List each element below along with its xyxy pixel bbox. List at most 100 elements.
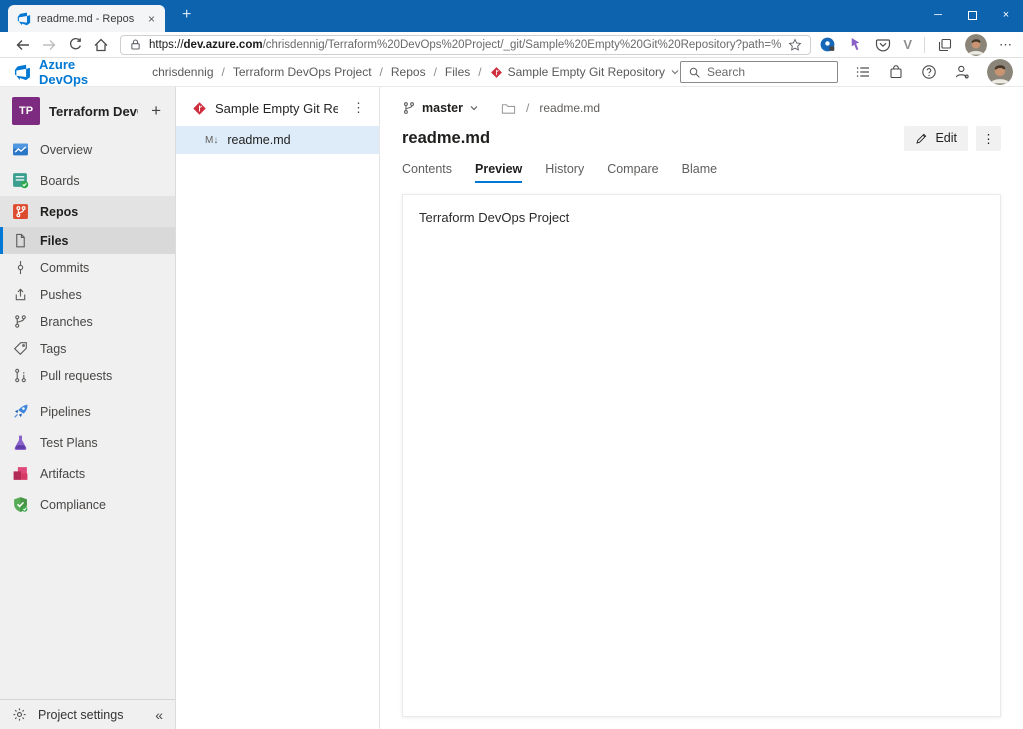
- sidebar: TP Terraform DevOps Proj... + Overview B…: [0, 87, 176, 729]
- breadcrumb: chrisdennig / Terraform DevOps Project /…: [152, 65, 680, 79]
- extension-area: V ⋯: [819, 33, 1015, 56]
- address-bar[interactable]: https://dev.azure.com/chrisdennig/Terraf…: [120, 34, 812, 55]
- add-project-icon[interactable]: +: [147, 101, 165, 121]
- user-avatar[interactable]: [987, 59, 1013, 85]
- back-button[interactable]: [10, 34, 36, 56]
- minimize-button[interactable]: ─: [921, 0, 955, 30]
- edit-button[interactable]: Edit: [904, 125, 968, 151]
- cursor-extension-icon[interactable]: [848, 37, 863, 52]
- tab-close-icon[interactable]: ×: [145, 12, 158, 26]
- sidebar-item-pipelines[interactable]: Pipelines: [0, 396, 175, 427]
- breadcrumb-separator: /: [433, 65, 437, 79]
- browser-tab[interactable]: readme.md - Repos ×: [8, 5, 165, 32]
- sidebar-item-label: Compliance: [40, 497, 107, 512]
- sidebar-item-label: Tags: [40, 341, 67, 356]
- breadcrumb-repos[interactable]: Repos: [391, 65, 426, 79]
- password-extension-icon[interactable]: [819, 36, 836, 53]
- sidebar-item-boards[interactable]: Boards: [0, 165, 175, 196]
- readme-content-text: Terraform DevOps Project: [419, 210, 570, 225]
- sidebar-item-label: Boards: [40, 173, 80, 188]
- sidebar-item-repos[interactable]: Repos: [0, 196, 175, 227]
- breadcrumb-files[interactable]: Files: [445, 65, 470, 79]
- branch-name: master: [422, 101, 463, 115]
- file-tree-panel: Sample Empty Git Reposit... ⋮ M↓ readme.…: [176, 87, 380, 729]
- new-tab-button[interactable]: +: [176, 5, 197, 25]
- folder-icon[interactable]: [501, 101, 516, 116]
- repo-name[interactable]: Sample Empty Git Reposit...: [215, 101, 338, 116]
- close-button[interactable]: ×: [989, 0, 1023, 30]
- tab-compare[interactable]: Compare: [607, 162, 658, 183]
- tag-icon: [12, 341, 29, 356]
- sidebar-item-pull-requests[interactable]: Pull requests: [0, 362, 175, 389]
- browser-window: readme.md - Repos × + ─ × https://dev.az…: [0, 0, 1023, 729]
- browser-titlebar: readme.md - Repos × + ─ ×: [0, 0, 1023, 32]
- artifacts-icon: [12, 465, 29, 482]
- breadcrumb-separator: /: [221, 65, 225, 79]
- sidebar-item-compliance[interactable]: Compliance: [0, 489, 175, 520]
- collections-icon[interactable]: [937, 37, 953, 53]
- breadcrumb-repo-picker[interactable]: Sample Empty Git Repository: [490, 65, 680, 79]
- tab-contents[interactable]: Contents: [402, 162, 452, 183]
- repos-icon: [12, 203, 29, 220]
- sidebar-item-overview[interactable]: Overview: [0, 134, 175, 165]
- sidebar-item-files[interactable]: Files: [0, 227, 175, 254]
- favorite-star-icon[interactable]: [788, 37, 802, 52]
- tab-history[interactable]: History: [545, 162, 584, 183]
- vimium-extension-icon[interactable]: V: [903, 37, 912, 52]
- forward-button[interactable]: [36, 34, 62, 56]
- compliance-icon: [12, 496, 29, 513]
- file-path: / readme.md: [501, 101, 600, 116]
- search-box[interactable]: [680, 61, 838, 83]
- project-settings[interactable]: Project settings «: [0, 699, 175, 729]
- sidebar-item-artifacts[interactable]: Artifacts: [0, 458, 175, 489]
- work-items-list-icon[interactable]: [855, 64, 871, 80]
- title-row: readme.md Edit ⋮: [402, 125, 1001, 151]
- marketplace-bag-icon[interactable]: [888, 64, 904, 80]
- collapse-sidebar-icon[interactable]: «: [155, 707, 163, 723]
- sidebar-item-commits[interactable]: Commits: [0, 254, 175, 281]
- home-button[interactable]: [88, 34, 114, 56]
- sidebar-item-tags[interactable]: Tags: [0, 335, 175, 362]
- sidebar-item-label: Test Plans: [40, 435, 98, 450]
- branch-icon: [402, 101, 416, 115]
- edit-button-label: Edit: [935, 131, 957, 145]
- tab-preview[interactable]: Preview: [475, 162, 523, 183]
- overview-icon: [12, 141, 29, 158]
- repo-more-icon[interactable]: ⋮: [346, 100, 371, 116]
- sidebar-item-label: Commits: [40, 260, 90, 275]
- markdown-file-icon: M↓: [205, 134, 219, 146]
- refresh-button[interactable]: [62, 34, 88, 56]
- tab-blame[interactable]: Blame: [682, 162, 717, 183]
- readme-preview-card: Terraform DevOps Project: [402, 194, 1001, 717]
- breadcrumb-project[interactable]: Terraform DevOps Project: [233, 65, 372, 79]
- breadcrumb-org[interactable]: chrisdennig: [152, 65, 213, 79]
- search-input[interactable]: [707, 65, 830, 79]
- commit-icon: [12, 260, 29, 275]
- file-icon: [12, 233, 29, 248]
- tree-item-readme[interactable]: M↓ readme.md: [176, 126, 379, 154]
- sidebar-item-pushes[interactable]: Pushes: [0, 281, 175, 308]
- sidebar-item-branches[interactable]: Branches: [0, 308, 175, 335]
- tree-item-label: readme.md: [227, 133, 291, 147]
- browser-menu-icon[interactable]: ⋯: [999, 37, 1013, 53]
- page-body: TP Terraform DevOps Proj... + Overview B…: [0, 87, 1023, 729]
- kebab-icon: ⋮: [982, 131, 995, 146]
- azure-devops-brand[interactable]: Azure DevOps: [14, 57, 90, 87]
- browser-profile-avatar[interactable]: [965, 33, 987, 56]
- azure-devops-logo-icon: [14, 64, 31, 81]
- file-path-bar: master / readme.md: [402, 97, 1001, 119]
- help-icon[interactable]: [921, 64, 937, 80]
- sidebar-item-label: Pull requests: [40, 368, 113, 383]
- file-more-button[interactable]: ⋮: [976, 125, 1001, 151]
- pocket-extension-icon[interactable]: [875, 37, 891, 53]
- project-switcher[interactable]: TP Terraform DevOps Proj... +: [0, 87, 175, 134]
- branch-icon: [12, 314, 29, 329]
- branch-selector[interactable]: master: [402, 101, 479, 115]
- file-actions: Edit ⋮: [904, 125, 1001, 151]
- push-icon: [12, 287, 29, 302]
- brand-name: Azure DevOps: [39, 57, 89, 87]
- sidebar-item-test-plans[interactable]: Test Plans: [0, 427, 175, 458]
- user-settings-icon[interactable]: [954, 64, 970, 80]
- devops-header: Azure DevOps chrisdennig / Terraform Dev…: [0, 57, 1023, 87]
- maximize-button[interactable]: [955, 0, 989, 30]
